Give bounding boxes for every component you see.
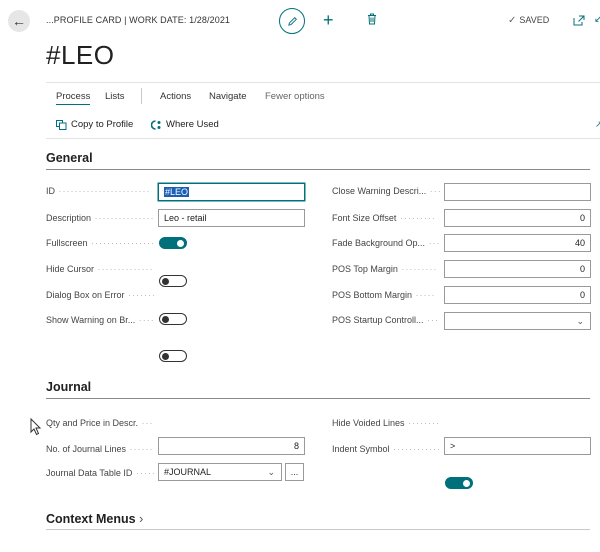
qty-price-label: Qty and Price in Descr. ··· (46, 418, 154, 428)
indent-symbol-field[interactable]: > (444, 437, 591, 455)
where-used-label: Where Used (166, 119, 219, 130)
show-warning-toggle[interactable] (159, 350, 187, 362)
pin-button[interactable]: ↗ (595, 119, 600, 130)
hide-cursor-toggle[interactable] (159, 275, 187, 287)
tab-process[interactable]: Process (56, 91, 91, 105)
arrow-left-icon: ← (12, 13, 26, 29)
breadcrumb: ...PROFILE CARD | WORK DATE: 1/28/2021 (46, 15, 231, 25)
chevron-down-icon: ⌄ (576, 316, 584, 326)
no-journal-lines-field[interactable]: 8 (158, 437, 305, 455)
copy-icon (56, 119, 67, 130)
pin-icon: ↗ (595, 119, 600, 129)
font-size-offset-field[interactable]: 0 (444, 209, 591, 227)
dialog-box-toggle[interactable] (159, 313, 187, 325)
journal-data-table-label: Journal Data Table ID ····· (46, 468, 154, 478)
fade-background-label: Fade Background Op... ····· (332, 238, 440, 248)
indent-symbol-label: Indent Symbol ············· (332, 444, 440, 454)
toggle-knob (162, 277, 169, 285)
pos-startup-dropdown[interactable]: ⌄ (444, 312, 591, 330)
hide-voided-toggle[interactable] (445, 477, 473, 489)
tab-lists[interactable]: Lists (105, 91, 125, 102)
tab-actions[interactable]: Actions (160, 91, 191, 102)
saved-status: ✓ SAVED (508, 15, 550, 26)
close-warning-label: Close Warning Descri... ····· (332, 186, 440, 196)
toggle-knob (162, 315, 169, 323)
journal-data-table-dropdown[interactable]: #JOURNAL ⌄ (158, 463, 282, 481)
description-field[interactable]: Leo - retail (158, 209, 305, 227)
page-title: #LEO (46, 40, 115, 70)
divider (46, 138, 600, 139)
pos-bottom-margin-field[interactable]: 0 (444, 286, 591, 304)
id-field[interactable]: #LEO (158, 183, 305, 201)
id-value: #LEO (164, 187, 190, 197)
general-section-title: General (46, 151, 93, 165)
open-new-window-button[interactable] (573, 13, 585, 31)
copy-to-profile-button[interactable]: Copy to Profile (56, 119, 133, 130)
toggle-knob (162, 352, 169, 360)
tab-fewer-options[interactable]: Fewer options (265, 91, 325, 102)
hide-cursor-label: Hide Cursor ················ (46, 264, 154, 274)
journal-section-title: Journal (46, 380, 92, 394)
fullscreen-toggle[interactable] (159, 237, 187, 249)
copy-to-profile-label: Copy to Profile (71, 119, 134, 130)
section-divider (46, 398, 590, 399)
pencil-icon (287, 16, 297, 26)
section-divider (46, 169, 590, 170)
collapse-button[interactable]: ↙ (594, 14, 600, 25)
where-used-button[interactable]: Where Used (151, 119, 219, 130)
fade-background-field[interactable]: 40 (444, 234, 591, 252)
toggle-knob (177, 239, 184, 247)
section-divider (46, 529, 590, 530)
no-journal-lines-label: No. of Journal Lines ······· (46, 444, 154, 454)
lookup-button[interactable]: ... (285, 463, 304, 481)
plus-icon: + (323, 10, 334, 30)
chevron-down-icon: ⌄ (267, 467, 275, 477)
show-warning-label: Show Warning on Br... ····· (46, 315, 154, 325)
edit-button[interactable] (279, 8, 305, 34)
close-warning-field[interactable] (444, 183, 591, 201)
pos-top-margin-field[interactable]: 0 (444, 260, 591, 278)
back-button[interactable]: ← (8, 10, 30, 32)
new-button[interactable]: + (323, 10, 334, 30)
dialog-box-label: Dialog Box on Error ······· (46, 290, 154, 300)
id-label: ID ······················· (46, 186, 151, 196)
font-size-offset-label: Font Size Offset ········· (332, 213, 436, 223)
check-icon: ✓ (508, 15, 517, 26)
mouse-cursor-icon (30, 417, 42, 441)
description-label: Description ················ (46, 213, 154, 223)
fullscreen-label: Fullscreen ·················· (46, 238, 154, 248)
hide-voided-label: Hide Voided Lines ········· (332, 418, 440, 428)
description-value: Leo - retail (164, 213, 207, 223)
divider (46, 82, 600, 83)
popout-icon (573, 15, 585, 26)
pos-bottom-margin-label: POS Bottom Margin ····· (332, 290, 436, 300)
tab-separator (141, 88, 142, 104)
more-icon: ... (290, 467, 299, 477)
pos-startup-label: POS Startup Controll... ····· (332, 315, 440, 325)
pos-top-margin-label: POS Top Margin ········· (332, 264, 438, 274)
toggle-knob (463, 479, 470, 487)
context-menus-section-title[interactable]: Context Menus › (46, 512, 143, 526)
delete-button[interactable] (367, 12, 377, 30)
tab-navigate[interactable]: Navigate (209, 91, 247, 102)
collapse-icon: ↙ (594, 14, 600, 25)
chevron-right-icon: › (139, 512, 144, 526)
where-used-icon (151, 119, 161, 130)
trash-icon (368, 13, 376, 25)
